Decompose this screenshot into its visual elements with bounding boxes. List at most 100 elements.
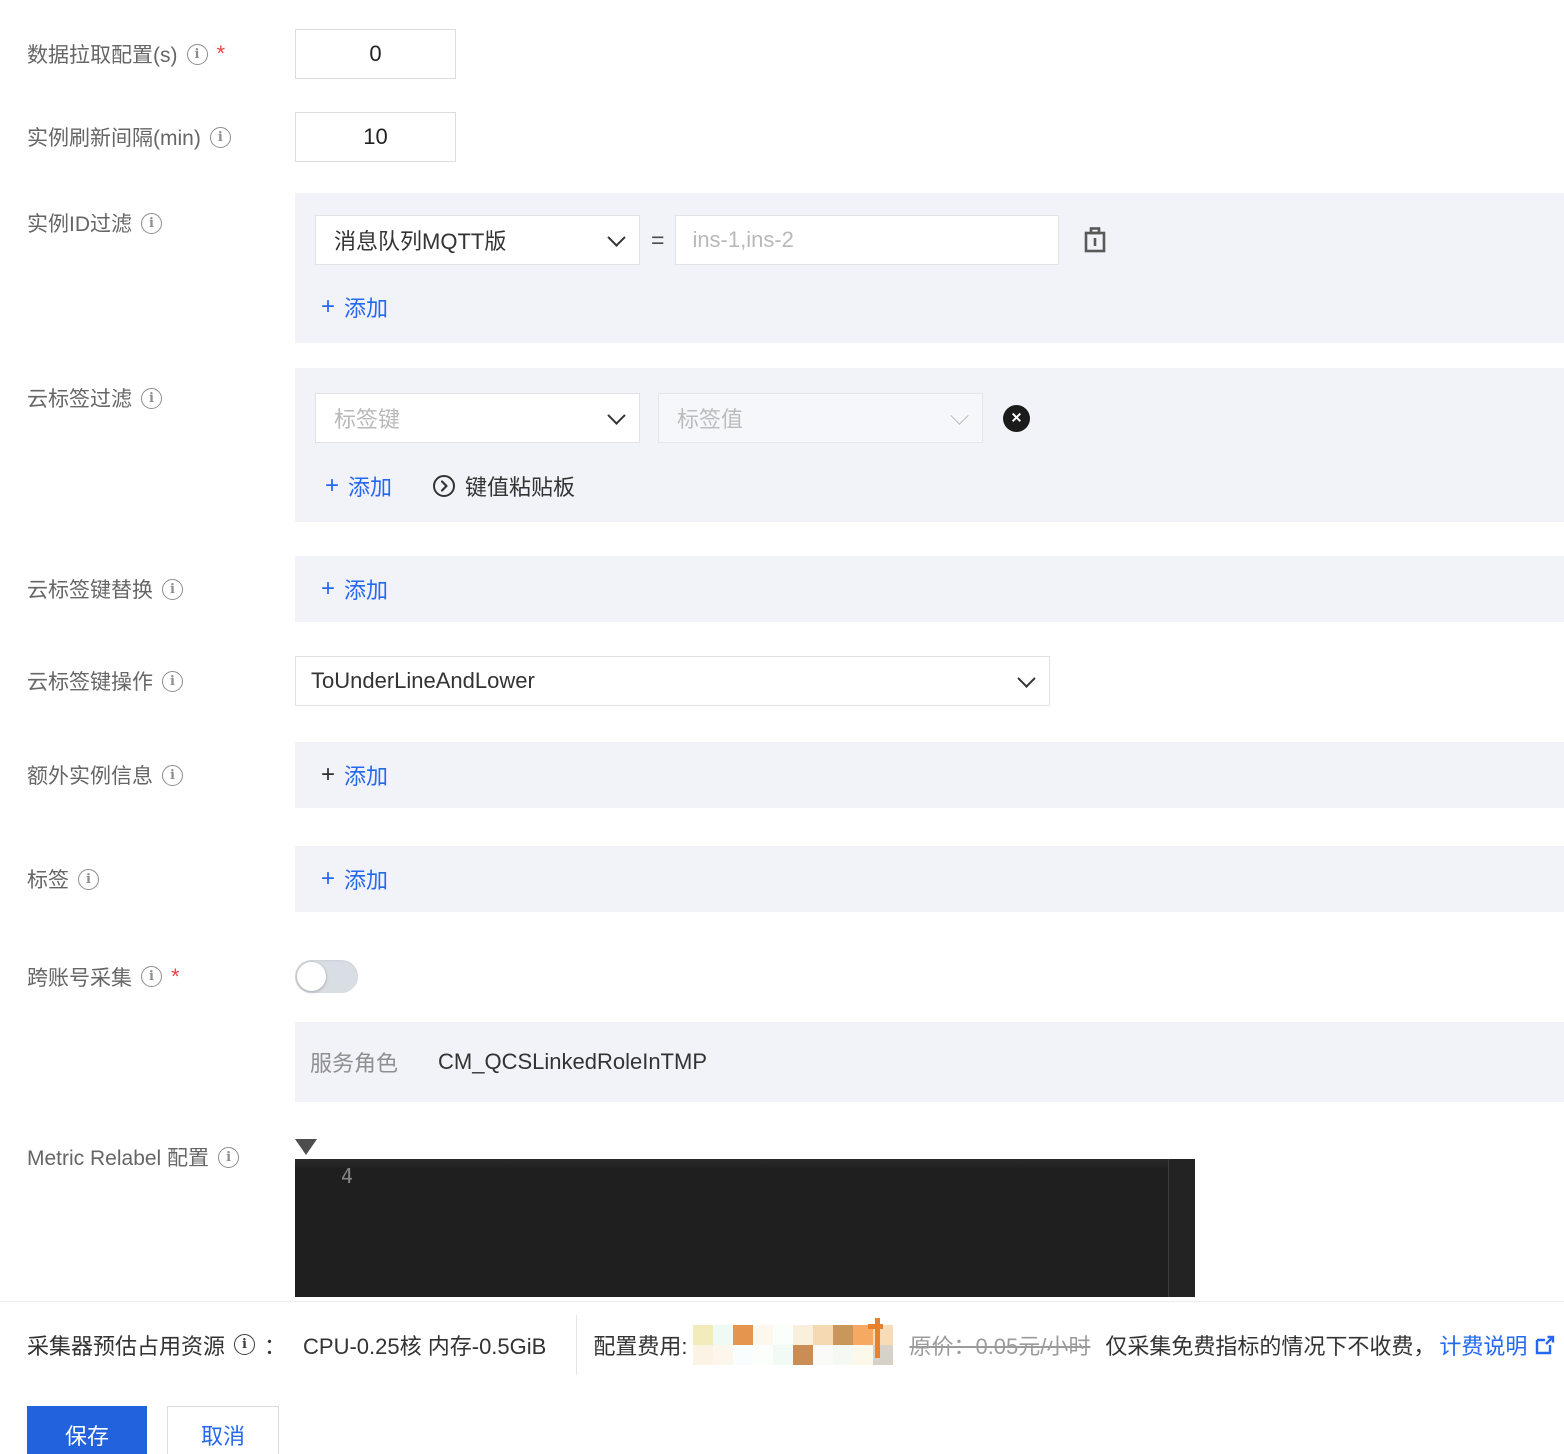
mosaic-cell	[793, 1324, 814, 1345]
info-icon[interactable]	[218, 1146, 240, 1168]
add-label: 添加	[348, 475, 393, 500]
plus-icon: +	[325, 472, 340, 499]
form-row-tag-key-replace: 云标签键替换 + 添加	[0, 556, 1564, 622]
info-icon[interactable]	[162, 764, 183, 786]
fee-info: 配置费用: 原价：0.05元/小时 仅采集免费指标的情况下不收费， 计费说明	[593, 1317, 1556, 1365]
info-icon[interactable]	[141, 966, 162, 987]
orange-marker-icon	[868, 1323, 884, 1329]
chevron-down-icon	[607, 405, 626, 425]
form-row-metric-relabel: Metric Relabel 配置 4	[0, 1139, 1564, 1297]
editor-line-number: 4	[341, 1164, 354, 1188]
add-tag-key-replace-link[interactable]: + 添加	[321, 573, 388, 605]
tag-key-placeholder: 标签键	[334, 407, 401, 432]
mosaic-cell	[813, 1324, 834, 1345]
chevron-down-icon	[1017, 668, 1036, 688]
billing-description-link[interactable]: 计费说明	[1439, 1329, 1556, 1361]
mosaic-cell	[733, 1344, 754, 1365]
mosaic-cell	[753, 1324, 774, 1345]
tags-label: 标签	[27, 869, 69, 892]
mosaic-cell	[713, 1324, 734, 1345]
tag-value-placeholder: 标签值	[677, 407, 744, 432]
key-value-pasteboard-link[interactable]: 键值粘贴板	[432, 470, 575, 502]
mosaic-cell	[713, 1344, 734, 1365]
product-select-value: 消息队列MQTT版	[334, 229, 507, 254]
tag-key-replace-label: 云标签键替换	[27, 579, 153, 602]
resource-value: CPU-0.25核 内存-0.5GiB	[303, 1333, 547, 1359]
product-select[interactable]: 消息队列MQTT版	[315, 215, 640, 265]
plus-icon: +	[321, 761, 336, 788]
collapse-triangle-icon[interactable]	[295, 1139, 317, 1155]
remove-tag-filter-button[interactable]	[1003, 404, 1030, 432]
equals-sign: =	[651, 226, 665, 253]
save-button[interactable]: 保存	[27, 1406, 147, 1454]
resource-estimate: 采集器预估占用资源 ： CPU-0.25核 内存-0.5GiB	[27, 1329, 546, 1361]
form-row-tag-key-operation: 云标签键操作 ToUnderLineAndLower	[0, 656, 1564, 706]
pasteboard-label: 键值粘贴板	[465, 475, 576, 500]
add-instance-filter-link[interactable]: + 添加	[321, 291, 388, 323]
fee-label: 配置费用:	[593, 1333, 688, 1359]
refresh-interval-label: 实例刷新间隔(min)	[27, 127, 201, 150]
add-tag-link[interactable]: + 添加	[321, 863, 388, 895]
service-role-value: CM_QCSLinkedRoleInTMP	[438, 1049, 707, 1074]
toggle-knob	[297, 962, 326, 991]
tag-key-operation-select[interactable]: ToUnderLineAndLower	[295, 656, 1050, 706]
delete-filter-button[interactable]	[1081, 225, 1109, 255]
mosaic-cell	[793, 1344, 814, 1365]
info-icon[interactable]	[78, 868, 99, 890]
resource-label: 采集器预估占用资源	[27, 1333, 226, 1359]
circle-chevron-right-icon	[433, 475, 456, 497]
trash-icon	[1085, 227, 1106, 253]
external-link-icon	[1536, 1335, 1555, 1354]
action-buttons: 保存 取消	[0, 1406, 1564, 1454]
plus-icon: +	[321, 575, 336, 602]
info-icon[interactable]	[209, 126, 231, 148]
info-icon[interactable]	[186, 43, 208, 65]
billing-link-label: 计费说明	[1439, 1333, 1528, 1359]
add-label: 添加	[344, 296, 389, 321]
tag-value-select[interactable]: 标签值	[658, 393, 983, 443]
footer-bar: 采集器预估占用资源 ： CPU-0.25核 内存-0.5GiB 配置费用: 原价…	[0, 1301, 1564, 1387]
mosaic-cell	[753, 1344, 774, 1365]
service-role-label: 服务角色	[310, 1051, 399, 1076]
instance-filter-label: 实例ID过滤	[27, 213, 132, 236]
add-label: 添加	[344, 578, 389, 603]
form-row-cloud-tag-filter: 云标签过滤 标签键 标签值 + 添加 键	[0, 368, 1564, 522]
chevron-down-icon	[950, 405, 969, 425]
tag-filter-label: 云标签过滤	[27, 388, 132, 411]
cross-account-toggle[interactable]	[295, 960, 358, 993]
mosaic-cell	[853, 1344, 874, 1365]
info-icon[interactable]	[141, 387, 162, 409]
form-row-instance-id-filter: 实例ID过滤 消息队列MQTT版 = + 添加	[0, 193, 1564, 343]
mosaic-cell	[733, 1324, 754, 1345]
plus-icon: +	[321, 293, 336, 320]
form-row-cross-account: 跨账号采集 *	[0, 960, 1564, 999]
tag-key-select[interactable]: 标签键	[315, 393, 640, 443]
refresh-interval-input[interactable]	[295, 112, 456, 162]
form-row-tags: 标签 + 添加	[0, 846, 1564, 912]
editor-minimap[interactable]	[1168, 1159, 1195, 1297]
add-extra-instance-info-link[interactable]: + 添加	[321, 759, 388, 791]
required-marker: *	[216, 41, 226, 66]
cancel-button[interactable]: 取消	[167, 1406, 279, 1454]
mosaic-cell	[693, 1324, 714, 1345]
vertical-divider	[576, 1314, 578, 1375]
metric-relabel-label: Metric Relabel 配置	[27, 1147, 210, 1170]
data-pull-label: 数据拉取配置(s)	[27, 44, 178, 67]
instance-id-input[interactable]	[675, 215, 1060, 265]
mosaic-cell	[833, 1344, 854, 1365]
mosaic-cell	[773, 1344, 794, 1365]
add-tag-filter-link[interactable]: + 添加	[325, 470, 392, 502]
info-icon[interactable]	[141, 212, 162, 234]
info-icon[interactable]	[162, 578, 183, 600]
data-pull-input[interactable]	[295, 29, 456, 79]
mosaic-cell	[693, 1344, 714, 1365]
info-icon[interactable]	[162, 670, 183, 692]
extra-instance-info-label: 额外实例信息	[27, 765, 153, 788]
metric-relabel-code-editor[interactable]: 4	[295, 1159, 1195, 1297]
tag-key-operation-label: 云标签键操作	[27, 671, 153, 694]
plus-icon: +	[321, 865, 336, 892]
chevron-down-icon	[607, 227, 626, 247]
required-marker: *	[171, 963, 180, 989]
cross-account-label: 跨账号采集	[27, 966, 132, 990]
info-icon[interactable]	[234, 1334, 256, 1355]
